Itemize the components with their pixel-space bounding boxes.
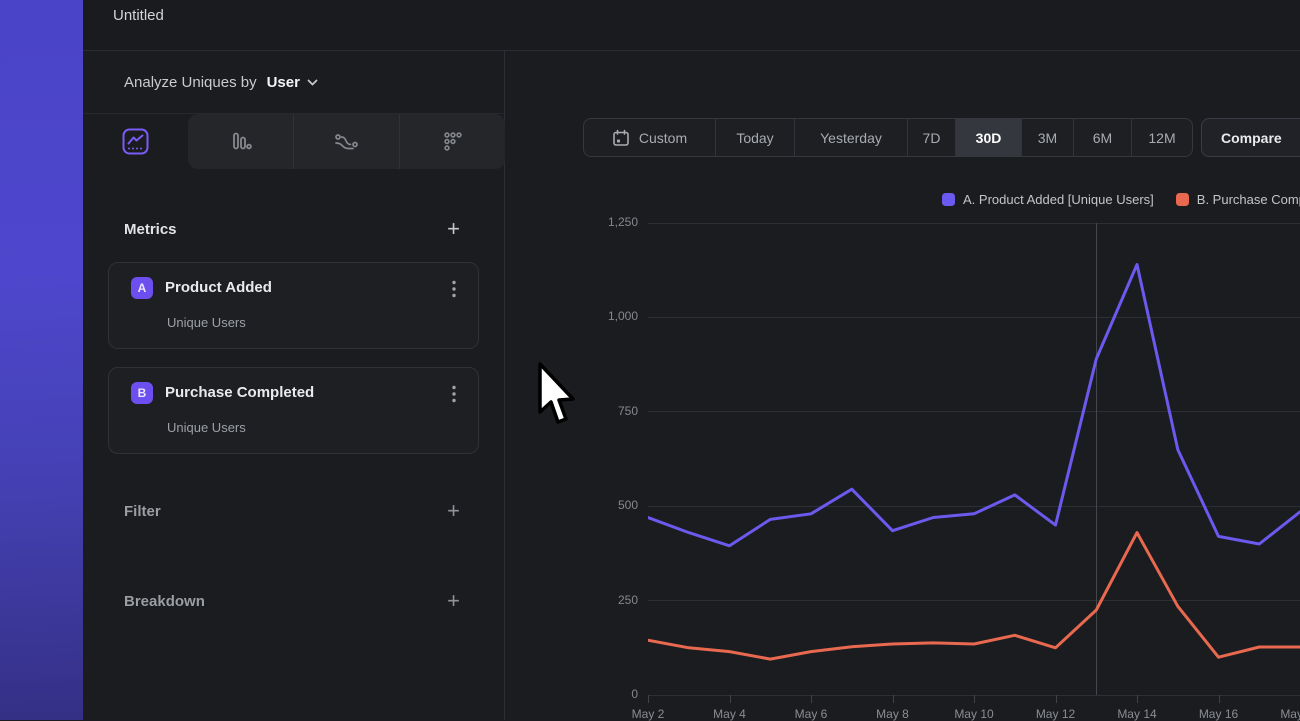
x-axis-label: May 2 [616,707,680,721]
x-axis-tick [730,695,731,703]
x-axis-label: May 18 [1268,707,1300,721]
tab-bar-chart[interactable] [188,114,293,169]
series-line [648,533,1300,660]
report-title[interactable]: Untitled [113,7,164,24]
analyze-user-dropdown[interactable]: User [267,74,318,91]
chart-series-lines [648,223,1300,695]
y-axis-label: 1,000 [505,309,638,323]
kebab-menu-icon [452,385,456,403]
analyze-user-value: User [267,74,300,91]
x-axis-label: May 6 [779,707,843,721]
chart-panel: Custom Today Yesterday 7D 30D 3M 6M 12M … [505,51,1300,720]
series-line [648,265,1300,546]
x-axis-label: May 16 [1187,707,1251,721]
tab-line-chart[interactable] [83,114,188,169]
flow-chart-icon [333,129,361,155]
metric-menu-button[interactable] [446,384,462,404]
analyze-uniques-by-label: Analyze Uniques by [124,74,257,91]
tab-flow-chart[interactable] [293,114,399,169]
x-axis-label: May 10 [942,707,1006,721]
kebab-menu-icon [452,280,456,298]
y-axis-label: 1,250 [505,215,638,229]
chevron-down-icon [307,79,318,86]
chart-type-tabbar [83,114,505,169]
x-axis-tick [1056,695,1057,703]
metric-title: Product Added [165,279,272,296]
x-axis-label: May 12 [1024,707,1088,721]
x-axis-tick [648,695,649,703]
analytics-app: { "app": { "title": "Untitled" }, "sideb… [0,0,1300,720]
breakdown-header-row: Breakdown + [83,581,505,621]
filter-header-row: Filter + [83,491,505,531]
metric-menu-button[interactable] [446,279,462,299]
line-chart: 02505007501,0001,250May 2May 4May 6May 8… [505,51,1300,720]
query-sidebar: Analyze Uniques by User [83,51,505,720]
metric-badge-a: A [131,277,153,299]
bar-chart-icon [228,129,254,155]
metric-badge-b: B [131,382,153,404]
y-axis-label: 250 [505,593,638,607]
x-axis-tick [974,695,975,703]
metrics-header-row: Metrics + [83,209,505,249]
filter-heading: Filter [124,503,161,520]
metric-subtitle: Unique Users [167,315,246,330]
add-metric-button[interactable]: + [447,219,460,239]
x-axis-tick [1137,695,1138,703]
metric-card-purchase-completed[interactable]: B Purchase Completed Unique Users [108,367,479,454]
add-filter-button[interactable]: + [447,501,460,521]
x-axis-label: May 4 [698,707,762,721]
analyze-row: Analyze Uniques by User [83,51,504,114]
mouse-cursor [536,362,582,428]
metric-card-product-added[interactable]: A Product Added Unique Users [108,262,479,349]
y-axis-label: 0 [505,687,638,701]
x-axis-label: May 14 [1105,707,1169,721]
x-axis-tick [893,695,894,703]
x-axis-tick [811,695,812,703]
top-bar: Untitled [83,0,1300,51]
tab-funnel-dots[interactable] [399,114,505,169]
breakdown-heading: Breakdown [124,593,205,610]
y-axis-label: 500 [505,498,638,512]
add-breakdown-button[interactable]: + [447,591,460,611]
x-axis-label: May 8 [861,707,925,721]
metric-title: Purchase Completed [165,384,314,401]
x-axis-tick [1219,695,1220,703]
chart-type-tabs [188,114,505,169]
metrics-heading: Metrics [124,221,177,238]
funnel-dots-icon [440,129,466,155]
left-gradient-strip [0,0,83,720]
metric-subtitle: Unique Users [167,420,246,435]
line-chart-icon [122,128,149,155]
